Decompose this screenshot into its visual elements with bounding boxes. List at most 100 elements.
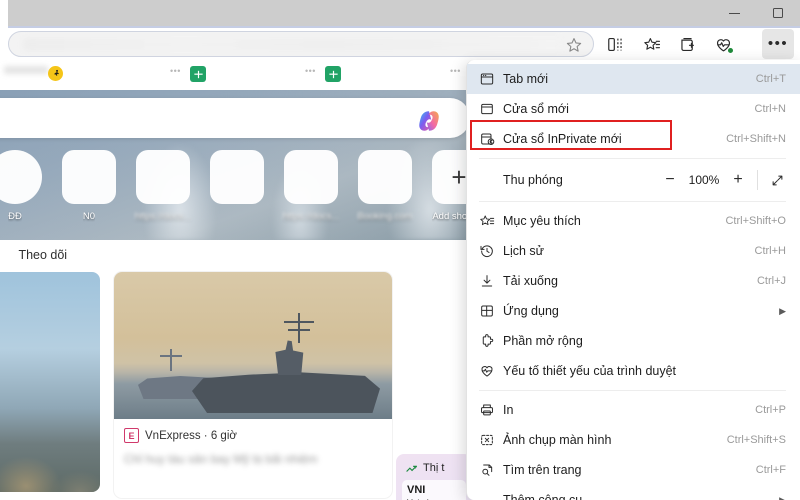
toolbar-icon-group (600, 31, 738, 57)
menu-item-print[interactable]: In Ctrl+P (467, 395, 800, 425)
menu-item-history[interactable]: Lịch sử Ctrl+H (467, 236, 800, 266)
shortcut-tile[interactable]: Booking.com (354, 150, 416, 222)
bookmark-overflow-dots: ••• (450, 66, 461, 76)
news-card[interactable]: E VnExpress · 6 giờ Chỉ huy tàu sân bay … (114, 272, 392, 498)
menu-item-find-on-page[interactable]: Tìm trên trang Ctrl+F (467, 455, 800, 485)
menu-item-favorites[interactable]: Mục yêu thích Ctrl+Shift+O (467, 206, 800, 236)
bookmark-overflow-dots: ••• (305, 66, 316, 76)
menu-item-label: Tìm trên trang (503, 463, 582, 477)
carrier-yard-lower (288, 329, 310, 331)
menu-separator (479, 390, 786, 391)
stock-row[interactable]: VNI Vnindex (402, 480, 466, 500)
maximize-button[interactable] (756, 0, 800, 26)
bookmark-overflow-dots: ••• (170, 66, 181, 76)
zoom-divider (757, 170, 758, 190)
find-icon (479, 462, 503, 478)
tile-label: https://docs... (282, 211, 340, 222)
menu-item-label: Lịch sử (503, 244, 545, 258)
tile-thumbnail (62, 150, 116, 204)
bookmark-item[interactable] (325, 66, 341, 82)
bookmark-item[interactable] (190, 66, 206, 82)
copilot-icon[interactable] (416, 108, 442, 134)
window-controls (712, 0, 800, 26)
tile-thumbnail (0, 150, 42, 204)
menu-item-downloads[interactable]: Tải xuống Ctrl+J (467, 266, 800, 296)
screenshot-icon (479, 432, 503, 448)
zoom-label: Thu phóng (503, 173, 563, 187)
address-bar[interactable] (8, 31, 594, 57)
inprivate-window-icon (479, 131, 503, 147)
carrier-island-shape (275, 340, 304, 375)
menu-separator (479, 201, 786, 202)
menu-item-zoom: Thu phóng − 100% + (467, 163, 800, 197)
split-screen-icon[interactable] (600, 31, 630, 57)
news-card-body: E VnExpress · 6 giờ Chỉ huy tàu sân bay … (114, 419, 392, 468)
toolbar-accent-line (8, 26, 800, 28)
menu-item-shortcut: Ctrl+Shift+S (726, 434, 786, 446)
browser-essentials-icon (479, 363, 503, 379)
shortcut-tile[interactable]: https://docs... (132, 150, 194, 222)
shortcut-tile[interactable]: N0 (58, 150, 120, 222)
status-dot (727, 47, 734, 54)
news-card-partial[interactable] (0, 272, 100, 492)
tile-thumbnail (210, 150, 264, 204)
collections-icon[interactable] (672, 31, 702, 57)
menu-item-shortcut: Ctrl+Shift+O (725, 215, 786, 227)
maximize-icon (773, 8, 783, 18)
new-tab-icon (479, 71, 503, 87)
star-icon[interactable] (565, 36, 583, 54)
bookmark-item[interactable]: ••• (170, 66, 181, 76)
search-box[interactable] (0, 98, 470, 138)
downloads-icon (479, 273, 503, 289)
extensions-icon (479, 333, 503, 349)
browser-toolbar: ••• (0, 26, 800, 60)
minimize-button[interactable] (712, 0, 756, 26)
menu-item-label: Tải xuống (503, 274, 558, 288)
bookmark-label-blurred (4, 66, 48, 74)
menu-item-label: Yếu tố thiết yếu của trình duyệt (503, 364, 677, 378)
menu-item-browser-essentials[interactable]: Yếu tố thiết yếu của trình duyệt (467, 356, 800, 386)
zoom-value: 100% (688, 173, 720, 187)
shortcut-tile[interactable]: https://docs... (280, 150, 342, 222)
chevron-right-icon: ▶ (779, 494, 786, 500)
print-icon (479, 402, 503, 418)
feed-tab-following[interactable]: Theo dõi (18, 248, 67, 262)
menu-item-shortcut: Ctrl+P (755, 404, 786, 416)
menu-item-extensions[interactable]: Phần mở rộng (467, 326, 800, 356)
tile-label: https://docs... (134, 211, 192, 222)
address-bar-blurred-text (23, 38, 563, 51)
menu-item-label: In (503, 403, 514, 417)
sheets-icon (190, 66, 206, 82)
edge-settings-menu: Tab mới Ctrl+T Cửa sổ mới Ctrl+N Cửa sổ … (466, 60, 800, 500)
bookmark-item[interactable]: ••• (305, 66, 316, 76)
chevron-right-icon: ▶ (779, 305, 786, 316)
menu-item-new-tab[interactable]: Tab mới Ctrl+T (467, 64, 800, 94)
favorites-icon[interactable] (636, 31, 666, 57)
carrier-yard-upper (284, 321, 314, 323)
carrier-mast (298, 313, 300, 343)
menu-item-more-tools[interactable]: Thêm công cụ ▶ (467, 485, 800, 500)
menu-item-screenshot[interactable]: Ảnh chụp màn hình Ctrl+Shift+S (467, 425, 800, 455)
bookmark-item[interactable] (4, 66, 48, 74)
menu-item-new-window[interactable]: Cửa sổ mới Ctrl+N (467, 94, 800, 124)
fullscreen-icon[interactable] (764, 167, 790, 193)
market-title-text: Thị t (423, 462, 445, 474)
shortcut-tile[interactable] (206, 150, 268, 222)
menu-item-apps[interactable]: Ứng dụng ▶ (467, 296, 800, 326)
minimize-icon (728, 12, 740, 14)
title-bar (0, 0, 800, 26)
shortcut-tile[interactable]: ĐĐ (0, 150, 46, 222)
menu-item-label: Ứng dụng (503, 304, 559, 318)
bookmark-item[interactable] (48, 66, 63, 81)
zoom-out-button[interactable]: − (657, 167, 683, 193)
zoom-in-button[interactable]: + (725, 167, 751, 193)
menu-item-new-inprivate-window[interactable]: Cửa sổ InPrivate mới Ctrl+Shift+N (467, 124, 800, 154)
browser-essentials-icon[interactable] (708, 31, 738, 57)
market-panel: Thị t VNI Vnindex UKX Đang tăng HSI (396, 454, 472, 500)
more-options-button[interactable]: ••• (762, 29, 794, 59)
news-source-meta: VnExpress · 6 giờ (145, 429, 237, 442)
bookmark-item[interactable]: ••• (450, 66, 461, 76)
new-window-icon (479, 101, 503, 117)
stock-symbol: VNI (407, 484, 426, 496)
apps-icon (479, 303, 503, 319)
